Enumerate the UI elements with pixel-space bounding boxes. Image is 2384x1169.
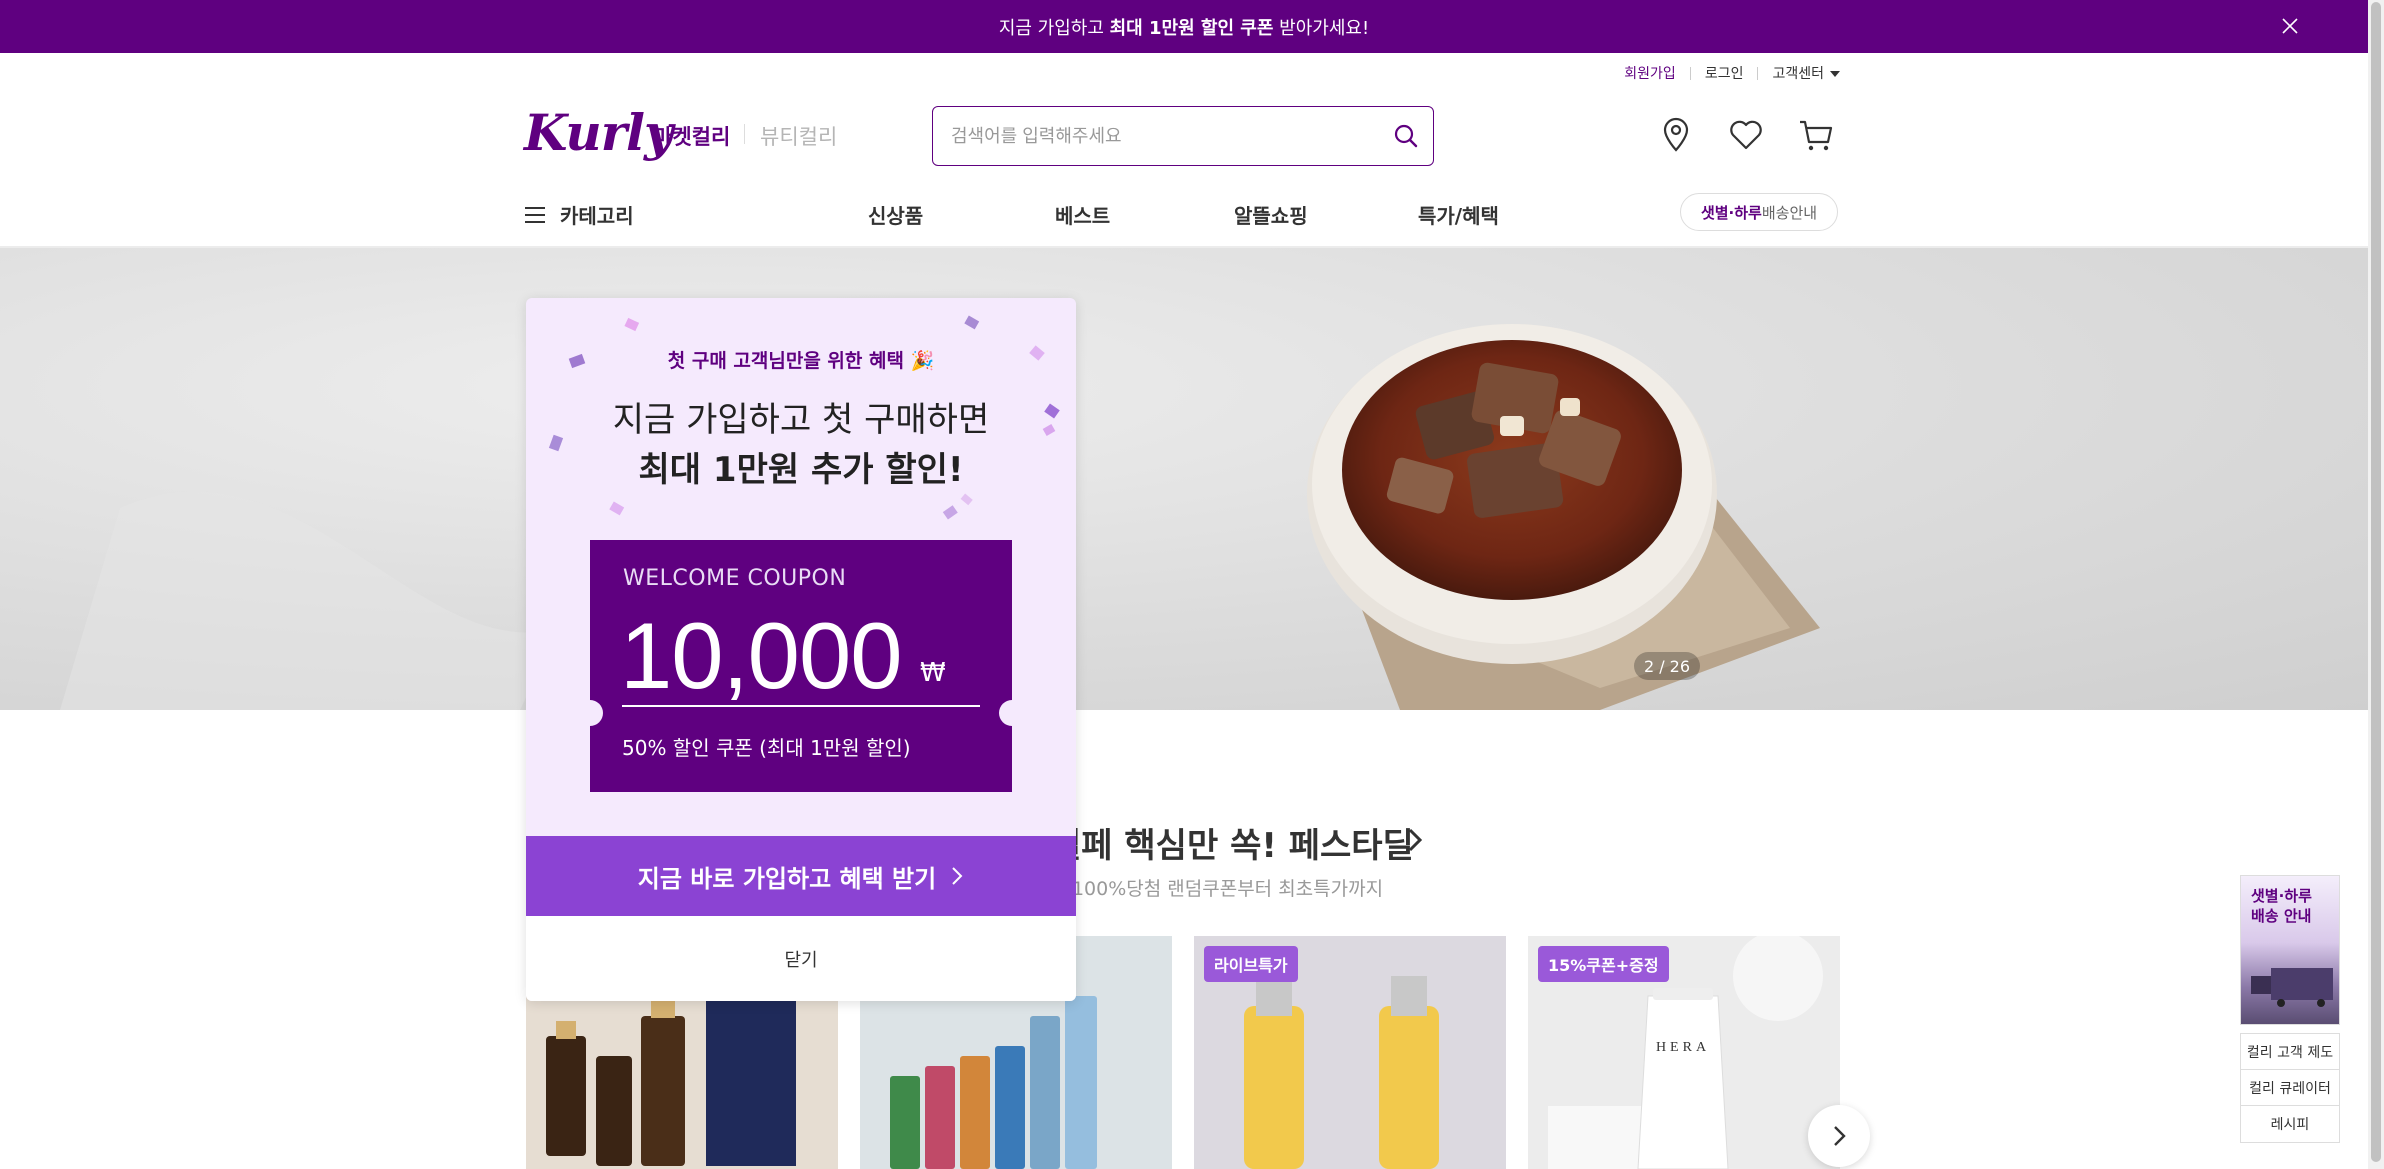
- caret-down-icon: [1830, 71, 1840, 77]
- product-card[interactable]: 라이브특가: [1194, 936, 1506, 1169]
- truck-image: [2251, 968, 2333, 1007]
- coupon-card: WELCOME COUPON 10,000 ₩ 50% 할인 쿠폰 (최대 1만…: [577, 540, 1025, 792]
- customer-center-link[interactable]: 고객센터: [1772, 63, 1840, 83]
- modal-title-line2: 최대 1만원 추가 할인!: [638, 450, 964, 490]
- tab-beauty-kurly[interactable]: 뷰티컬리: [760, 121, 837, 151]
- side-link-curator[interactable]: 컬리 큐레이터: [2241, 1070, 2339, 1106]
- coupon-notch: [577, 700, 603, 726]
- delivery-info-banner[interactable]: 샛별·하루 배송 안내: [2240, 875, 2340, 1025]
- promo-text: 지금 가입하고 최대 1만원 할인 쿠폰 받아가세요!: [998, 17, 1370, 39]
- side-widget: 샛별·하루 배송 안내 컬리 고객 제도 컬리 큐레이터 레시피: [2240, 875, 2340, 1143]
- nav-new-products[interactable]: 신상품: [868, 200, 923, 229]
- chevron-right-icon: [1834, 1126, 1846, 1146]
- menu-icon: [525, 206, 545, 223]
- welcome-coupon-modal: 첫 구매 고객님만을 위한 혜택 🎉 지금 가입하고 첫 구매하면 최대 1만원…: [526, 298, 1076, 1001]
- hero-banner[interactable]: 2 / 26: [0, 248, 2368, 710]
- search-box[interactable]: [932, 106, 1434, 166]
- product-badge: 라이브특가: [1204, 946, 1298, 982]
- chevron-right-icon: [952, 867, 963, 885]
- signup-link[interactable]: 회원가입: [1624, 63, 1676, 83]
- modal-title-line1: 지금 가입하고 첫 구매하면: [612, 400, 990, 440]
- hero-image: [60, 324, 1820, 710]
- section-subtitle: > 100%당첨 랜덤쿠폰부터 최초특가까지: [1050, 878, 1384, 900]
- nav-thrift-shopping[interactable]: 알뜰쇼핑: [1234, 200, 1308, 229]
- coupon-amount: 10,000: [620, 603, 903, 708]
- nav-special-deals[interactable]: 특가/혜택: [1418, 200, 1499, 229]
- carousel-next-button[interactable]: [1808, 1105, 1870, 1167]
- nav-best[interactable]: 베스트: [1055, 200, 1110, 229]
- kurly-logo[interactable]: Kurly: [524, 103, 673, 163]
- tab-market-kurly[interactable]: 마켓컬리: [653, 121, 730, 151]
- category-label: 카테고리: [560, 204, 634, 228]
- close-icon[interactable]: [2277, 13, 2303, 39]
- main-nav: [0, 190, 2368, 248]
- coupon-currency: ₩: [920, 658, 946, 688]
- signup-benefit-button[interactable]: 지금 바로 가입하고 혜택 받기: [526, 836, 1076, 916]
- svg-text:HERA: HERA: [1656, 1040, 1710, 1055]
- coupon-description: 50% 할인 쿠폰 (최대 1만원 할인): [622, 736, 911, 760]
- login-link[interactable]: 로그인: [1705, 63, 1744, 83]
- divider: [1689, 66, 1691, 80]
- promo-banner[interactable]: 지금 가입하고 최대 1만원 할인 쿠폰 받아가세요!: [0, 0, 2368, 53]
- heart-icon[interactable]: [1726, 115, 1766, 155]
- divider: [1757, 66, 1759, 80]
- category-menu[interactable]: 카테고리: [524, 200, 634, 229]
- product-badge: 15%쿠폰+증정: [1538, 946, 1669, 982]
- coupon-heading: WELCOME COUPON: [623, 566, 847, 591]
- scroll-thumb[interactable]: [2371, 2, 2381, 1162]
- section-title[interactable]: 설페 핵심만 쏙! 페스타딜: [1050, 818, 1414, 867]
- page-scrollbar[interactable]: [2368, 0, 2384, 1169]
- divider: [744, 124, 745, 144]
- search-icon[interactable]: [1391, 121, 1421, 151]
- search-input[interactable]: [951, 125, 1371, 147]
- side-link-recipe[interactable]: 레시피: [2241, 1106, 2339, 1142]
- location-icon[interactable]: [1656, 115, 1696, 155]
- modal-close-button[interactable]: 닫기: [526, 916, 1076, 1001]
- cart-icon[interactable]: [1796, 115, 1836, 155]
- cta-label: 지금 바로 가입하고 혜택 받기: [637, 864, 937, 893]
- side-links: 컬리 고객 제도 컬리 큐레이터 레시피: [2240, 1033, 2340, 1143]
- user-menu: 회원가입 로그인 고객센터: [1624, 63, 1840, 83]
- coupon-notch: [999, 700, 1025, 726]
- side-link-customer-policy[interactable]: 컬리 고객 제도: [2241, 1034, 2339, 1070]
- chevron-right-icon[interactable]: [1404, 826, 1426, 854]
- product-card[interactable]: HERA 15%쿠폰+증정: [1528, 936, 1840, 1169]
- slide-counter: 2 / 26: [1634, 652, 1700, 680]
- delivery-info-button[interactable]: 샛별·하루 배송안내: [1680, 193, 1838, 231]
- modal-kicker: 첫 구매 고객님만을 위한 혜택 🎉: [667, 350, 935, 372]
- coupon-divider: [622, 705, 980, 707]
